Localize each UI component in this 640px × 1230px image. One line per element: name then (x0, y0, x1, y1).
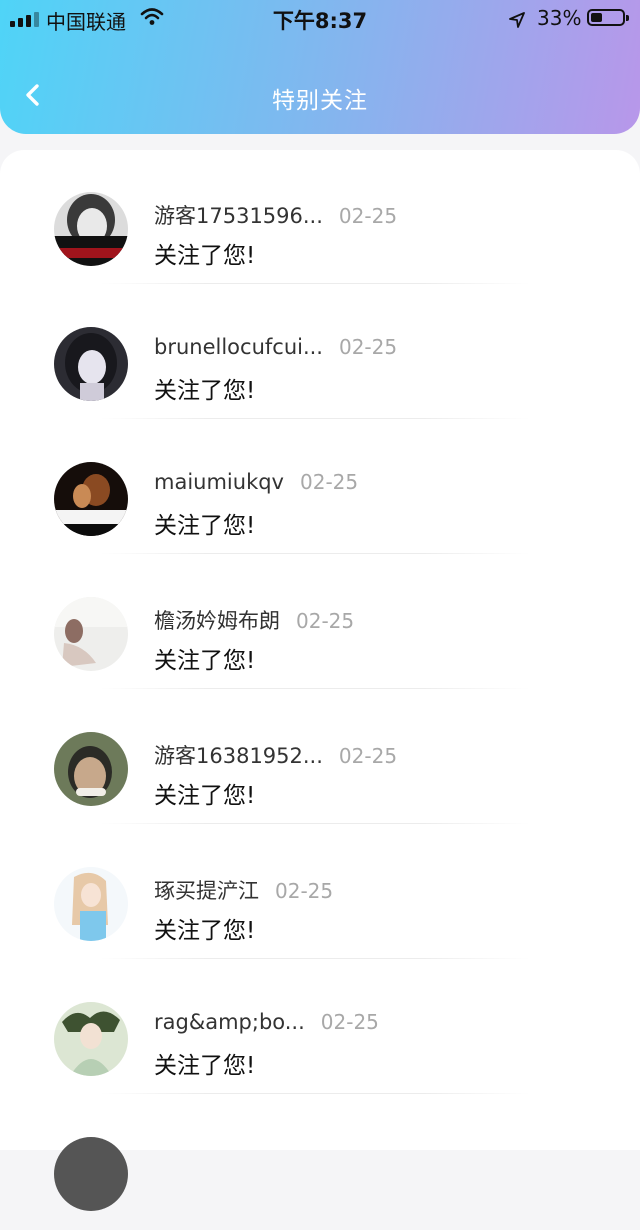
divider (100, 823, 530, 824)
avatar[interactable] (54, 1002, 128, 1076)
username[interactable]: maiumiukqv 02-25 (154, 470, 358, 494)
notification-list: 游客17531596... 02-25 关注了您! brunellocufcui.… (0, 150, 640, 1211)
username-text: rag&amp;bo... (154, 1010, 305, 1034)
avatar[interactable] (54, 867, 128, 941)
username-text: maiumiukqv (154, 470, 284, 494)
list-item[interactable]: brunellocufcui... 02-25 关注了您! (0, 285, 640, 420)
username-text: brunellocufcui... (154, 335, 323, 359)
notification-message: 关注了您! (154, 378, 256, 404)
notification-date: 02-25 (338, 335, 398, 359)
username-text: 游客17531596... (154, 204, 323, 228)
divider (100, 553, 530, 554)
username-text: 琢买提浐江 (154, 879, 259, 903)
notification-date: 02-25 (338, 204, 398, 228)
list-item[interactable]: 琢买提浐江 02-25 关注了您! (0, 825, 640, 960)
app-header: 中国联通 下午8:37 33% 特别关注 (0, 0, 640, 134)
username[interactable]: 檐汤妗姆布朗 02-25 (154, 605, 354, 635)
list-item[interactable] (0, 1095, 640, 1230)
avatar[interactable] (54, 192, 128, 266)
divider (100, 1093, 530, 1094)
notification-date: 02-25 (320, 1010, 379, 1034)
list-item[interactable]: maiumiukqv 02-25 关注了您! (0, 420, 640, 555)
notification-message: 关注了您! (154, 243, 256, 269)
divider (100, 958, 530, 959)
avatar[interactable] (54, 327, 128, 401)
username[interactable]: rag&amp;bo... 02-25 (154, 1010, 379, 1034)
notification-date: 02-25 (300, 470, 359, 494)
list-item[interactable]: 游客17531596... 02-25 关注了您! (0, 150, 640, 285)
divider (100, 283, 530, 284)
notification-date: 02-25 (296, 609, 355, 633)
battery-percent: 33% (537, 6, 582, 30)
username[interactable]: brunellocufcui... 02-25 (154, 335, 397, 359)
divider (100, 688, 530, 689)
notification-message: 关注了您! (154, 1053, 256, 1079)
divider (100, 418, 530, 419)
username-text: 檐汤妗姆布朗 (154, 609, 280, 633)
avatar[interactable] (54, 597, 128, 671)
username[interactable]: 游客16381952... 02-25 (154, 740, 397, 770)
notification-message: 关注了您! (154, 918, 256, 944)
notification-date: 02-25 (275, 879, 334, 903)
list-item[interactable]: 檐汤妗姆布朗 02-25 关注了您! (0, 555, 640, 690)
list-item[interactable]: rag&amp;bo... 02-25 关注了您! (0, 960, 640, 1095)
notification-message: 关注了您! (154, 648, 256, 674)
status-bar: 中国联通 下午8:37 33% (0, 0, 640, 36)
battery-icon (587, 9, 629, 26)
list-item[interactable]: 游客16381952... 02-25 关注了您! (0, 690, 640, 825)
avatar[interactable] (54, 462, 128, 536)
notification-message: 关注了您! (154, 513, 256, 539)
avatar[interactable] (54, 732, 128, 806)
username-text: 游客16381952... (154, 744, 323, 768)
username[interactable]: 琢买提浐江 02-25 (154, 875, 333, 905)
location-arrow-icon (509, 9, 525, 28)
notification-date: 02-25 (338, 744, 398, 768)
page-title: 特别关注 (272, 88, 368, 114)
notification-message: 关注了您! (154, 783, 256, 809)
avatar[interactable] (54, 1137, 128, 1211)
username[interactable]: 游客17531596... 02-25 (154, 200, 397, 230)
